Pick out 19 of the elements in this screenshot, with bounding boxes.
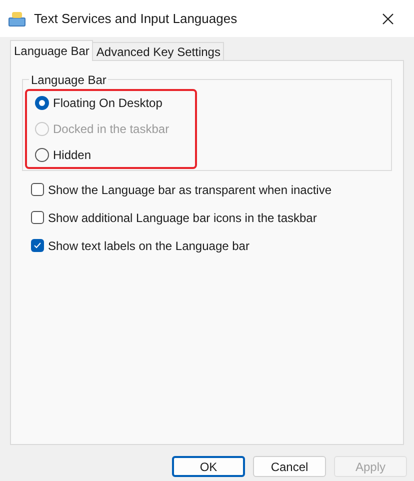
window-title: Text Services and Input Languages	[34, 10, 238, 28]
radio-button[interactable]	[35, 96, 49, 110]
radio-button[interactable]	[35, 148, 49, 162]
dialog-button[interactable]: Cancel	[253, 456, 326, 477]
checkmark-icon	[33, 241, 42, 250]
checkbox[interactable]	[31, 183, 44, 196]
dialog-button[interactable]: OK	[172, 456, 245, 477]
checkbox-label: Show text labels on the Language bar	[48, 238, 250, 254]
tab[interactable]: Advanced Key Settings	[93, 42, 224, 60]
checkbox-label: Show the Language bar as transparent when inactive	[48, 182, 332, 198]
checkbox-label: Show additional Language bar icons in the taskbar	[48, 210, 317, 226]
checkbox[interactable]	[31, 211, 44, 224]
tab[interactable]: Language Bar	[10, 40, 94, 61]
radio-label: Floating On Desktop	[53, 94, 162, 112]
radio-label: Docked in the taskbar	[53, 120, 170, 138]
keyboard-icon	[8, 10, 26, 26]
radio-label: Hidden	[53, 146, 92, 164]
close-icon[interactable]	[382, 12, 394, 24]
checkbox[interactable]	[31, 239, 44, 252]
